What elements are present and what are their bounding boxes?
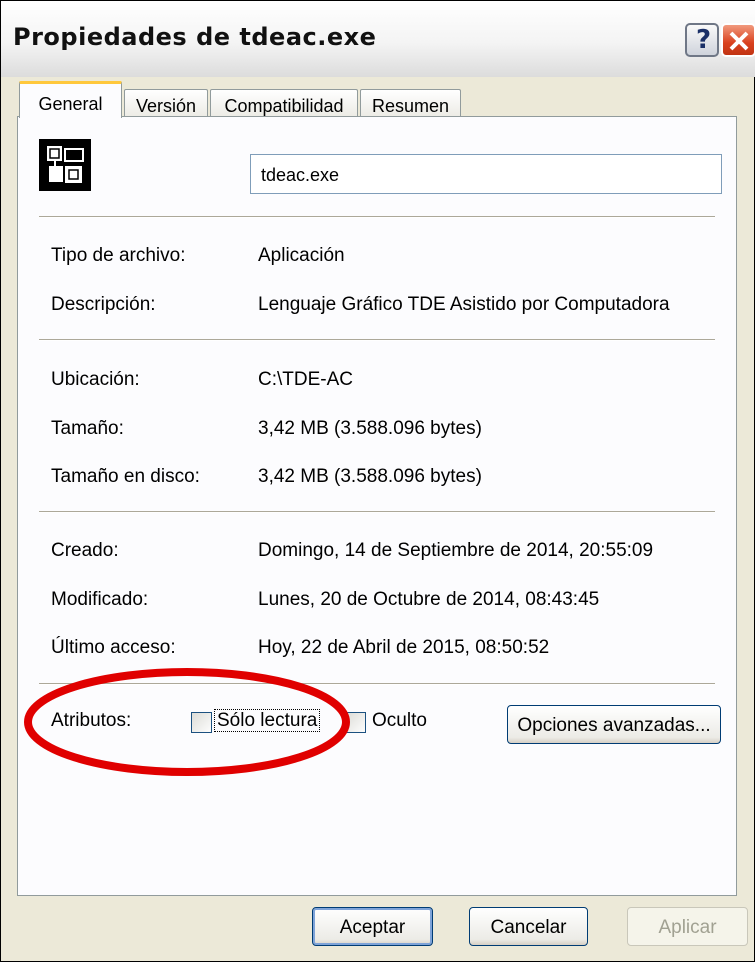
general-panel <box>17 116 737 896</box>
location-value: C:\TDE-AC <box>258 369 353 390</box>
separator <box>39 216 715 218</box>
help-icon: ? <box>696 25 712 55</box>
title-bar[interactable]: Propiedades de tdeac.exe ? <box>1 1 755 77</box>
help-button[interactable]: ? <box>685 23 719 57</box>
created-label: Creado: <box>51 540 119 561</box>
properties-dialog: Propiedades de tdeac.exe ? General Versi… <box>0 0 755 962</box>
created-value: Domingo, 14 de Septiembre de 2014, 20:55… <box>258 540 654 561</box>
location-label: Ubicación: <box>51 369 140 390</box>
readonly-label-text: Sólo lectura <box>214 709 321 732</box>
ok-button[interactable]: Aceptar <box>312 907 433 946</box>
size-on-disk-value: 3,42 MB (3.588.096 bytes) <box>258 466 482 487</box>
hidden-label[interactable]: Oculto <box>372 710 427 732</box>
description-label: Descripción: <box>51 294 156 315</box>
apply-button[interactable]: Aplicar <box>627 907 748 946</box>
modified-label: Modificado: <box>51 589 149 610</box>
description-value: Lenguaje Gráfico TDE Asistido por Comput… <box>258 294 670 315</box>
hidden-checkbox[interactable] <box>345 712 366 733</box>
accessed-label: Último acceso: <box>51 637 176 658</box>
size-label: Tamaño: <box>51 418 124 439</box>
size-value: 3,42 MB (3.588.096 bytes) <box>258 418 482 439</box>
separator <box>39 683 715 685</box>
readonly-checkbox[interactable] <box>191 712 212 733</box>
tab-version[interactable]: Versión <box>124 89 208 117</box>
separator <box>39 511 715 513</box>
tab-general[interactable]: General <box>19 81 122 118</box>
close-icon <box>729 31 749 51</box>
accessed-value: Hoy, 22 de Abril de 2015, 08:50:52 <box>258 637 550 658</box>
modified-value: Lunes, 20 de Octubre de 2014, 08:43:45 <box>258 589 600 610</box>
type-label: Tipo de archivo: <box>51 245 186 266</box>
window-title: Propiedades de tdeac.exe <box>13 23 377 51</box>
tab-compatibility[interactable]: Compatibilidad <box>210 89 358 117</box>
size-on-disk-label: Tamaño en disco: <box>51 466 200 487</box>
attributes-label: Atributos: <box>51 710 132 731</box>
application-icon <box>39 139 91 191</box>
advanced-options-button[interactable]: Opciones avanzadas... <box>507 705 721 744</box>
type-value: Aplicación <box>258 245 345 266</box>
separator <box>39 339 715 341</box>
tab-summary[interactable]: Resumen <box>360 89 461 117</box>
close-button[interactable] <box>721 23 755 57</box>
readonly-label[interactable]: Sólo lectura <box>214 709 321 732</box>
file-name-input[interactable]: tdeac.exe <box>250 154 722 194</box>
cancel-button[interactable]: Cancelar <box>469 907 588 946</box>
